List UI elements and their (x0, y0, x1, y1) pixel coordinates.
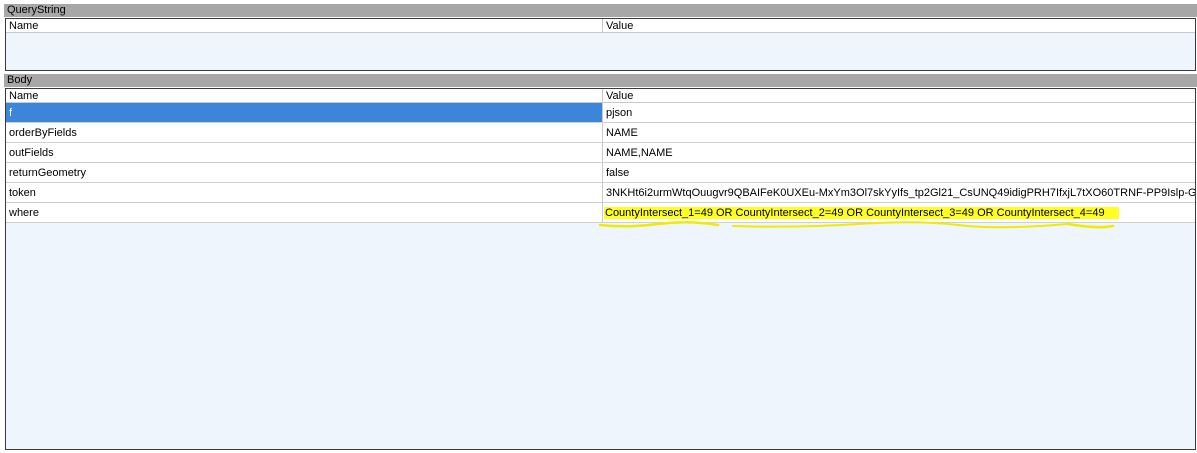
table-row[interactable]: token 3NKHt6i2urmWtqOuugvr9QBAIFeK0UXEu-… (6, 183, 1195, 203)
querystring-header: QueryString (4, 4, 1197, 17)
param-name[interactable]: returnGeometry (6, 163, 603, 182)
highlighted-where-value: CountyIntersect_1=49 OR CountyIntersect_… (604, 206, 1119, 219)
body-header: Body (4, 74, 1197, 87)
querystring-name-column-header[interactable]: Name (6, 19, 603, 32)
request-inspector: QueryString Name Value Body Name Value f… (0, 0, 1197, 453)
table-row[interactable]: outFields NAME,NAME (6, 143, 1195, 163)
querystring-column-headers: Name Value (6, 19, 1195, 33)
param-name[interactable]: orderByFields (6, 123, 603, 142)
param-value[interactable]: pjson (603, 103, 1195, 122)
param-value-cell[interactable]: CountyIntersect_1=49 OR CountyIntersect_… (603, 203, 1195, 222)
param-value[interactable]: false (603, 163, 1195, 182)
body-name-column-header[interactable]: Name (6, 89, 603, 102)
param-name[interactable]: where (6, 203, 603, 222)
param-name[interactable]: outFields (6, 143, 603, 162)
param-name[interactable]: f (6, 103, 603, 122)
table-row[interactable]: f pjson (6, 103, 1195, 123)
param-value[interactable]: 3NKHt6i2urmWtqOuugvr9QBAIFeK0UXEu-MxYm3O… (603, 183, 1195, 202)
body-column-headers: Name Value (6, 89, 1195, 103)
table-row[interactable]: returnGeometry false (6, 163, 1195, 183)
body-grid[interactable]: Name Value f pjson orderByFields NAME ou… (5, 88, 1196, 450)
table-row[interactable]: where CountyIntersect_1=49 OR CountyInte… (6, 203, 1195, 223)
param-value[interactable]: NAME,NAME (603, 143, 1195, 162)
param-value[interactable]: NAME (603, 123, 1195, 142)
table-row[interactable]: orderByFields NAME (6, 123, 1195, 143)
querystring-grid[interactable]: Name Value (5, 18, 1196, 71)
body-value-column-header[interactable]: Value (603, 89, 1195, 102)
querystring-value-column-header[interactable]: Value (603, 19, 1195, 32)
param-name[interactable]: token (6, 183, 603, 202)
